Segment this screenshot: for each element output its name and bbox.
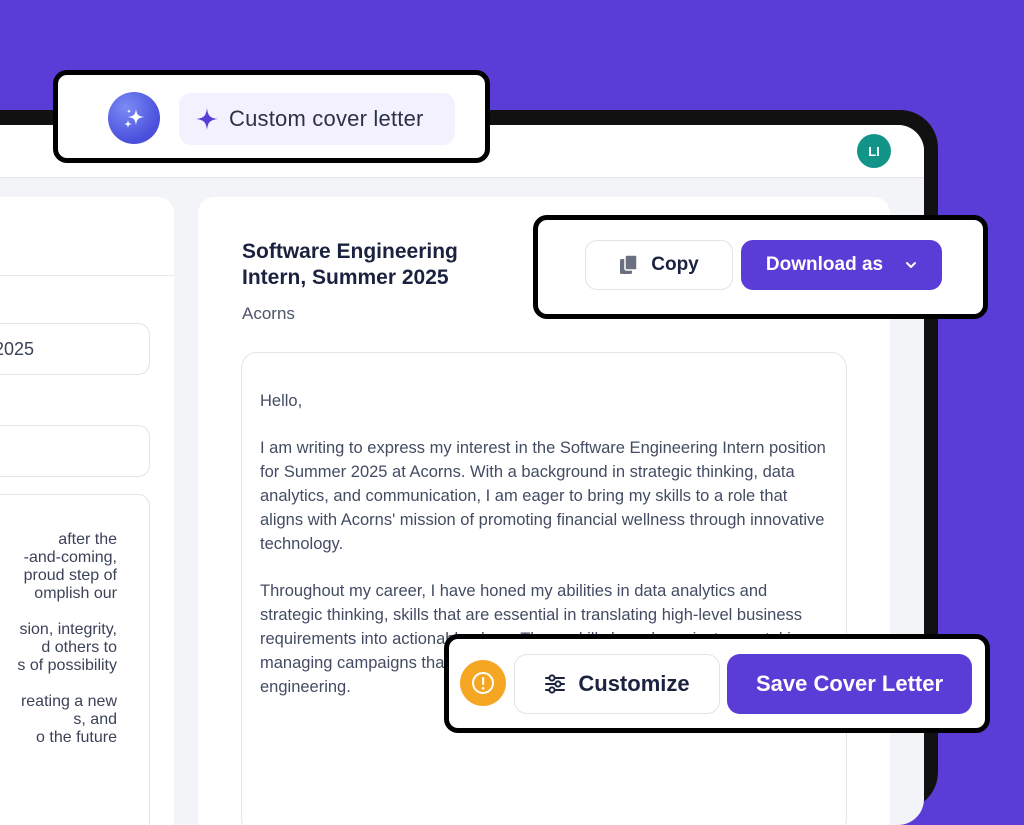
about-text-line: omplish our [34,585,117,602]
about-textarea[interactable]: after the -and-coming, proud step of omplis… [0,494,150,825]
sparkle-icon [108,92,160,144]
position-field[interactable]: Summer 2025 [0,323,150,375]
about-text-line: s of possibility [17,657,117,674]
about-text-line: after the [58,531,117,548]
about-text-line: d others to [41,639,117,656]
about-text-line: s, and [73,711,117,728]
copy-label: Copy [651,254,699,275]
letter-editor[interactable]: Hello, I am writing to express my intere… [241,352,847,825]
left-panel: Summer 2025 after the-and-coming,proud s… [0,197,174,825]
download-as-button[interactable]: Download as [741,240,942,290]
copy-icon [620,254,638,274]
about-text-line: reating a new [20,693,117,710]
letter-paragraph: I am writing to express my interest in t… [260,439,826,553]
custom-cover-letter-pill[interactable]: Custom cover letter [179,93,455,145]
customize-label: Customize [578,671,690,696]
save-callout: Customize Save Cover Letter [444,634,990,733]
about-text-gap [0,675,117,693]
divider [0,275,174,276]
about-text-line: -and-coming, [23,549,117,566]
customize-button[interactable]: Customize [514,654,720,714]
about-text-line: o the future [36,729,117,746]
download-label: Download as [765,254,884,275]
feature-callout: Custom cover letter [53,70,490,163]
job-title: Software Engineering Intern, Summer 2025 [242,240,458,289]
position-field-value: Summer 2025 [0,339,35,359]
sparkle-icon [196,108,218,130]
about-text-line: sion, integrity, [19,621,117,638]
about-text-gap [0,603,117,621]
company-name: Acorns [242,304,295,323]
export-callout: Copy Download as [533,215,988,319]
about-text-line: proud step of [23,567,117,584]
about-text: after the -and-coming, proud step of omplis… [0,531,117,747]
sliders-icon [545,674,566,694]
save-cover-letter-button[interactable]: Save Cover Letter [727,654,972,714]
chevron-down-icon [906,262,917,268]
avatar[interactable]: LI [857,134,891,168]
copy-button[interactable]: Copy [585,240,733,290]
warning-icon[interactable] [460,660,506,706]
letter-greeting: Hello, [260,392,303,410]
pill-label: Custom cover letter [229,106,424,131]
company-field[interactable] [0,425,150,477]
